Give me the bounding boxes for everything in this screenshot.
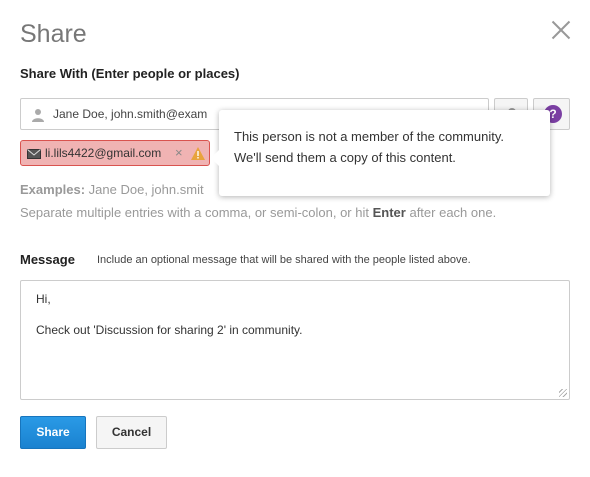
recipient-chip: li.lils4422@gmail.com × bbox=[20, 140, 210, 166]
examples-value: Jane Doe, john.smit bbox=[88, 182, 204, 197]
message-textarea[interactable]: Hi, Check out 'Discussion for sharing 2'… bbox=[20, 280, 570, 400]
message-line1: Hi, bbox=[36, 292, 51, 306]
separate-before: Separate multiple entries with a comma, … bbox=[20, 205, 369, 220]
share-button[interactable]: Share bbox=[20, 416, 86, 449]
message-label: Message bbox=[20, 252, 75, 267]
close-icon[interactable] bbox=[551, 20, 571, 40]
mail-icon bbox=[27, 149, 41, 159]
share-dialog: Share Share With (Enter people or places… bbox=[0, 0, 590, 477]
message-line2: Check out 'Discussion for sharing 2' in … bbox=[36, 323, 303, 337]
separate-instructions: Separate multiple entries with a comma, … bbox=[20, 205, 496, 220]
examples-text: Examples: Jane Doe, john.smit bbox=[20, 182, 204, 197]
recipient-email: li.lils4422@gmail.com bbox=[45, 146, 162, 160]
examples-label: Examples: bbox=[20, 182, 86, 197]
person-icon bbox=[32, 109, 44, 122]
tooltip-arrow bbox=[211, 150, 219, 166]
tooltip-line2: We'll send them a copy of this content. bbox=[234, 150, 456, 165]
dialog-title: Share bbox=[20, 20, 87, 48]
share-with-label: Share With (Enter people or places) bbox=[20, 66, 240, 81]
resize-handle-icon[interactable] bbox=[559, 389, 567, 397]
separate-after: after each one. bbox=[409, 205, 497, 220]
warning-icon bbox=[191, 147, 205, 160]
tooltip-line1: This person is not a member of the commu… bbox=[234, 129, 504, 144]
message-hint: Include an optional message that will be… bbox=[97, 254, 471, 266]
non-member-tooltip: This person is not a member of the commu… bbox=[211, 110, 550, 196]
enter-key-label: Enter bbox=[372, 205, 406, 220]
cancel-button[interactable]: Cancel bbox=[96, 416, 167, 449]
remove-recipient-icon[interactable]: × bbox=[175, 145, 183, 160]
